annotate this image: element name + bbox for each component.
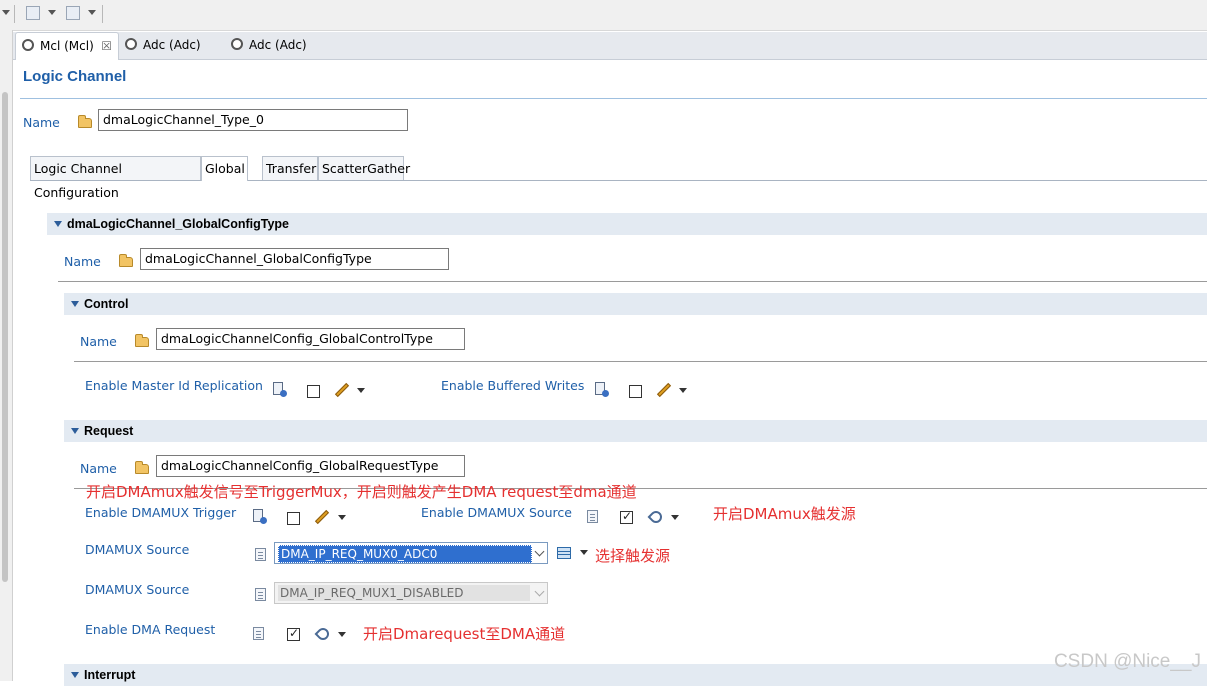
- tab-global[interactable]: Global: [201, 156, 248, 181]
- collapse-icon[interactable]: [71, 301, 79, 307]
- folder-icon: [135, 461, 149, 474]
- toolbar-separator: [102, 5, 103, 23]
- toolbar-separator: [14, 5, 15, 23]
- name-label: Name: [23, 115, 60, 130]
- control-name-label: Name: [80, 334, 117, 349]
- section-global-config[interactable]: dmaLogicChannel_GlobalConfigType: [47, 213, 1207, 235]
- import-dropdown-icon[interactable]: [48, 10, 56, 15]
- divider: [74, 361, 1207, 362]
- toolbar-dropdown-icon[interactable]: [2, 10, 10, 15]
- tab-label: Adc (Adc): [143, 38, 201, 52]
- request-name-input[interactable]: dmaLogicChannelConfig_GlobalRequestType: [156, 455, 465, 477]
- folder-icon: [78, 115, 92, 128]
- tab-scattergather[interactable]: ScatterGather: [318, 156, 410, 180]
- tab-adc-1[interactable]: Adc (Adc): [119, 32, 225, 58]
- wrench-dropdown-icon[interactable]: [671, 515, 679, 520]
- pencil-icon[interactable]: [314, 509, 330, 525]
- folder-icon: [119, 254, 133, 267]
- section-request[interactable]: Request: [64, 420, 1207, 442]
- chevron-down-icon[interactable]: [534, 546, 545, 557]
- section-title: Interrupt: [84, 668, 136, 682]
- request-name-label: Name: [80, 461, 117, 476]
- boolean-type-icon: [253, 627, 264, 640]
- title-divider: [20, 98, 1207, 99]
- enum-type-icon: [255, 548, 266, 561]
- name-input[interactable]: dmaLogicChannel_Type_0: [98, 109, 408, 131]
- tab-label: Adc (Adc): [249, 38, 307, 52]
- dmamux-source-select-2: DMA_IP_REQ_MUX1_DISABLED: [274, 582, 548, 604]
- global-name-label: Name: [64, 254, 101, 269]
- import-icon[interactable]: [26, 6, 40, 20]
- selected-value: DMA_IP_REQ_MUX0_ADC0: [278, 545, 532, 563]
- export-dropdown-icon[interactable]: [88, 10, 96, 15]
- enable-dmamux-source-label: Enable DMAMUX Source: [421, 505, 572, 520]
- module-icon: [231, 38, 243, 50]
- dmamux-source-label-2: DMAMUX Source: [85, 582, 190, 597]
- pencil-dropdown-icon[interactable]: [338, 515, 346, 520]
- section-interrupt[interactable]: Interrupt: [64, 664, 1207, 686]
- scrollbar-thumb[interactable]: [2, 92, 8, 582]
- chevron-down-icon: [534, 586, 545, 597]
- dmamux-source-select[interactable]: DMA_IP_REQ_MUX0_ADC0: [274, 542, 548, 564]
- export-icon[interactable]: [66, 6, 80, 20]
- module-icon: [125, 38, 137, 50]
- wrench-icon[interactable]: [314, 625, 332, 643]
- annotation-source-note: 开启DMAmux触发源: [713, 505, 856, 523]
- enable-dma-request-checkbox[interactable]: [287, 626, 300, 641]
- enable-master-id-checkbox[interactable]: [307, 385, 320, 398]
- boolean-type-icon: [587, 510, 598, 523]
- pencil-dropdown-icon[interactable]: [357, 388, 365, 393]
- global-name-input[interactable]: dmaLogicChannel_GlobalConfigType: [140, 248, 449, 270]
- collapse-icon[interactable]: [71, 672, 79, 678]
- editor-tab-bar: Mcl (Mcl) ☒ Adc (Adc) Adc (Adc): [13, 32, 1207, 60]
- annotation-request-note: 开启Dmarequest至DMA通道: [363, 625, 566, 643]
- enable-dmamux-trigger-label: Enable DMAMUX Trigger: [85, 505, 237, 520]
- section-title: Control: [84, 297, 129, 311]
- selected-value: DMA_IP_REQ_MUX1_DISABLED: [278, 585, 530, 601]
- boolean-type-icon: [273, 382, 287, 398]
- tab-mcl[interactable]: Mcl (Mcl) ☒: [15, 32, 119, 60]
- annotation-trigger-note: 开启DMAmux触发信号至TriggerMux，开启则触发产生DMA reque…: [86, 483, 637, 501]
- section-title: Request: [84, 424, 134, 438]
- section-title: dmaLogicChannel_GlobalConfigType: [67, 217, 290, 231]
- collapse-icon[interactable]: [54, 221, 62, 227]
- module-icon: [22, 39, 34, 51]
- boolean-type-icon: [595, 382, 609, 398]
- tab-label: Mcl (Mcl): [40, 39, 94, 53]
- control-name-input[interactable]: dmaLogicChannelConfig_GlobalControlType: [156, 328, 465, 350]
- enum-type-icon: [255, 588, 266, 601]
- dmamux-source-label: DMAMUX Source: [85, 542, 190, 557]
- top-toolbar: [0, 0, 1207, 31]
- section-control[interactable]: Control: [64, 293, 1207, 315]
- annotation-select-note: 选择触发源: [595, 547, 671, 565]
- wrench-icon[interactable]: [647, 508, 665, 526]
- pencil-icon[interactable]: [656, 382, 672, 398]
- enable-dma-request-label: Enable DMA Request: [85, 622, 216, 637]
- collapse-icon[interactable]: [71, 428, 79, 434]
- pencil-dropdown-icon[interactable]: [679, 388, 687, 393]
- wrench-dropdown-icon[interactable]: [338, 632, 346, 637]
- sub-tab-bar: Logic Channel Configuration Global Trans…: [30, 156, 1207, 200]
- watermark: CSDN @Nice__J: [1053, 651, 1201, 672]
- pencil-icon[interactable]: [334, 382, 350, 398]
- enable-buffered-writes-label: Enable Buffered Writes: [441, 378, 585, 393]
- boolean-type-icon: [253, 509, 267, 525]
- page-title: Logic Channel: [23, 68, 127, 85]
- enable-dmamux-trigger-checkbox[interactable]: [287, 512, 300, 525]
- divider: [58, 281, 1207, 282]
- table-dropdown-icon[interactable]: [580, 550, 588, 555]
- tab-transfer[interactable]: Transfer: [262, 156, 318, 180]
- enable-buffered-writes-checkbox[interactable]: [629, 385, 642, 398]
- folder-icon: [135, 334, 149, 347]
- left-scrollbar[interactable]: [0, 30, 13, 681]
- table-icon[interactable]: [557, 547, 571, 559]
- enable-dmamux-source-checkbox[interactable]: [620, 509, 633, 524]
- tab-adc-2[interactable]: Adc (Adc): [225, 32, 331, 58]
- tab-logic-channel-configuration[interactable]: Logic Channel Configuration: [30, 156, 201, 200]
- close-icon[interactable]: ☒: [101, 33, 112, 59]
- enable-master-id-label: Enable Master Id Replication: [85, 378, 263, 393]
